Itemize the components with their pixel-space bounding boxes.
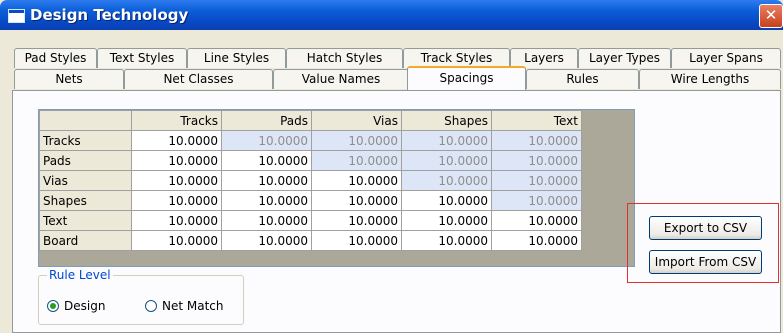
close-button[interactable]: ✕ [759, 4, 783, 28]
spacing-cell[interactable]: 10.0000 [131, 230, 222, 251]
tab-line-styles[interactable]: Line Styles [187, 48, 286, 68]
spacing-cell[interactable]: 10.0000 [131, 190, 222, 211]
tab-text-styles[interactable]: Text Styles [97, 48, 187, 68]
spacing-cell[interactable]: 10.0000 [491, 230, 582, 251]
spacing-cell[interactable]: 10.0000 [401, 170, 492, 191]
row-header-vias: Vias [39, 170, 132, 191]
spacing-cell[interactable]: 10.0000 [401, 130, 492, 151]
tab-nets[interactable]: Nets [14, 69, 124, 89]
spacing-cell[interactable]: 10.0000 [221, 130, 312, 151]
design-technology-dialog: Design Technology ✕ Pad Styles Text Styl… [0, 0, 783, 333]
row-header-pads: Pads [39, 150, 132, 171]
column-header-shapes: Shapes [401, 110, 492, 131]
spacing-cell[interactable]: 10.0000 [311, 210, 402, 231]
spacing-cell[interactable]: 10.0000 [221, 170, 312, 191]
title-bar[interactable]: Design Technology ✕ [0, 0, 783, 30]
spacing-cell[interactable]: 10.0000 [401, 210, 492, 231]
row-header-shapes: Shapes [39, 190, 132, 211]
table-row: Vias 10.0000 10.0000 10.0000 10.0000 10.… [39, 170, 582, 191]
table-row: Tracks 10.0000 10.0000 10.0000 10.0000 1… [39, 130, 582, 151]
column-header-tracks: Tracks [131, 110, 222, 131]
radio-selected-icon[interactable] [47, 300, 59, 312]
radio-net-match[interactable]: Net Match [145, 299, 224, 313]
spacing-cell[interactable]: 10.0000 [311, 190, 402, 211]
spacing-cell[interactable]: 10.0000 [401, 230, 492, 251]
tab-value-names[interactable]: Value Names [273, 69, 409, 89]
window-title: Design Technology [30, 6, 189, 24]
spacing-cell[interactable]: 10.0000 [311, 150, 402, 171]
table-row: Text 10.0000 10.0000 10.0000 10.0000 10.… [39, 210, 582, 231]
spacing-cell[interactable]: 10.0000 [491, 130, 582, 151]
spacing-cell[interactable]: 10.0000 [491, 190, 582, 211]
spacing-grid: Tracks Pads Vias Shapes Text Tracks 10.0… [38, 109, 635, 267]
tab-wire-lengths[interactable]: Wire Lengths [639, 69, 781, 89]
table-row: Shapes 10.0000 10.0000 10.0000 10.0000 1… [39, 190, 582, 211]
spacing-cell[interactable]: 10.0000 [491, 170, 582, 191]
spacing-cell[interactable]: 10.0000 [401, 150, 492, 171]
spacing-cell[interactable]: 10.0000 [221, 150, 312, 171]
column-header-pads: Pads [221, 110, 312, 131]
tab-hatch-styles[interactable]: Hatch Styles [286, 48, 403, 68]
table-row: Board 10.0000 10.0000 10.0000 10.0000 10… [39, 230, 582, 251]
spacing-cell[interactable]: 10.0000 [131, 170, 222, 191]
column-header-text: Text [491, 110, 582, 131]
spacing-cell[interactable]: 10.0000 [221, 190, 312, 211]
tab-layer-spans[interactable]: Layer Spans [671, 48, 781, 68]
rule-level-group: Rule Level Design Net Match [38, 268, 244, 325]
spacing-cell[interactable]: 10.0000 [401, 190, 492, 211]
rule-level-legend: Rule Level [47, 268, 113, 282]
radio-design[interactable]: Design [47, 299, 105, 313]
spacing-cell[interactable]: 10.0000 [311, 130, 402, 151]
tab-layer-types[interactable]: Layer Types [578, 48, 671, 68]
spacing-cell[interactable]: 10.0000 [311, 170, 402, 191]
tab-net-classes[interactable]: Net Classes [124, 69, 273, 89]
grid-header-row: Tracks Pads Vias Shapes Text [39, 110, 582, 131]
window-icon [8, 9, 25, 23]
tab-rules[interactable]: Rules [526, 69, 639, 89]
table-row: Pads 10.0000 10.0000 10.0000 10.0000 10.… [39, 150, 582, 171]
spacing-cell[interactable]: 10.0000 [221, 210, 312, 231]
spacing-cell[interactable]: 10.0000 [491, 210, 582, 231]
spacing-cell[interactable]: 10.0000 [311, 230, 402, 251]
radio-unselected-icon[interactable] [145, 300, 157, 312]
spacing-cell[interactable]: 10.0000 [131, 210, 222, 231]
column-header-vias: Vias [311, 110, 402, 131]
tab-layers[interactable]: Layers [510, 48, 578, 68]
spacing-cell[interactable]: 10.0000 [491, 150, 582, 171]
tab-spacings[interactable]: Spacings [407, 66, 526, 90]
spacing-table: Tracks Pads Vias Shapes Text Tracks 10.0… [39, 110, 582, 251]
row-header-tracks: Tracks [39, 130, 132, 151]
export-csv-button[interactable]: Export to CSV [649, 216, 762, 240]
import-csv-button[interactable]: Import From CSV [649, 250, 762, 274]
spacing-cell[interactable]: 10.0000 [221, 230, 312, 251]
spacing-cell[interactable]: 10.0000 [131, 150, 222, 171]
radio-net-match-label: Net Match [162, 299, 224, 313]
grid-corner-cell [39, 110, 132, 131]
spacing-cell[interactable]: 10.0000 [131, 130, 222, 151]
tab-pad-styles[interactable]: Pad Styles [14, 48, 97, 68]
tab-track-styles[interactable]: Track Styles [403, 48, 510, 68]
row-header-text: Text [39, 210, 132, 231]
row-header-board: Board [39, 230, 132, 251]
radio-design-label: Design [64, 299, 106, 313]
